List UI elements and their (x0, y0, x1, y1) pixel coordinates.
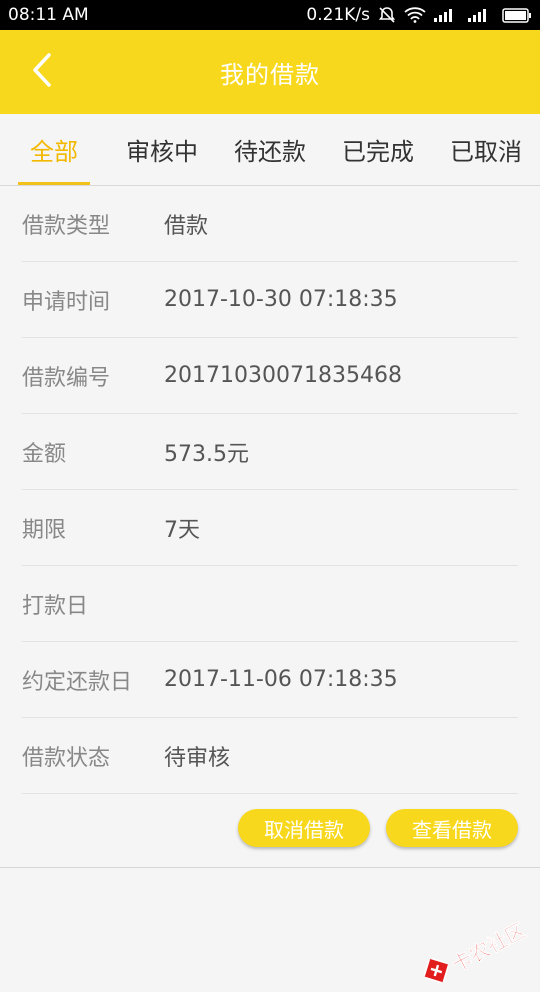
status-icons: 0.21K/s (306, 5, 532, 25)
network-speed: 0.21K/s (306, 5, 370, 25)
detail-label: 借款编号 (22, 365, 111, 391)
status-time: 08:11 AM (8, 5, 89, 25)
tab-to-repay[interactable]: 待还款 (216, 114, 324, 185)
battery-icon (502, 7, 532, 23)
detail-row-due-date: 约定还款日 2017-11-06 07:18:35 (22, 642, 518, 718)
detail-label: 借款类型 (22, 213, 111, 239)
watermark-text: 卡农社区 (447, 917, 530, 977)
mute-bell-icon (378, 6, 396, 24)
tab-completed[interactable]: 已完成 (324, 114, 432, 185)
detail-label: 申请时间 (22, 289, 111, 315)
detail-value: 2017-11-06 07:18:35 (164, 667, 398, 692)
detail-value: 20171030071835468 (164, 363, 402, 388)
detail-row-loan-type: 借款类型 借款 (22, 186, 518, 262)
detail-label: 约定还款日 (22, 669, 133, 695)
watermark: 卡农社区 (419, 914, 530, 992)
page-title: 我的借款 (220, 60, 320, 89)
app-header: 我的借款 (0, 30, 540, 114)
signal-icon-2 (468, 8, 494, 22)
view-loan-button[interactable]: 查看借款 (386, 809, 518, 847)
tab-reviewing[interactable]: 审核中 (108, 114, 216, 185)
detail-value: 2017-10-30 07:18:35 (164, 287, 398, 312)
signal-icon (434, 8, 460, 22)
detail-value: 借款 (164, 213, 209, 239)
cancel-loan-button[interactable]: 取消借款 (238, 809, 370, 847)
detail-row-apply-time: 申请时间 2017-10-30 07:18:35 (22, 262, 518, 338)
detail-label: 期限 (22, 517, 67, 543)
detail-label: 借款状态 (22, 745, 111, 771)
status-tabs: 全部 审核中 待还款 已完成 已取消 (0, 114, 540, 186)
chevron-left-icon (31, 52, 53, 92)
detail-row-amount: 金额 573.5元 (22, 414, 518, 490)
loan-details: 借款类型 借款 申请时间 2017-10-30 07:18:35 借款编号 20… (0, 186, 540, 794)
detail-label: 金额 (22, 441, 67, 467)
tab-all[interactable]: 全部 (0, 114, 108, 185)
detail-row-payout-date: 打款日 (22, 566, 518, 642)
detail-row-loan-status: 借款状态 待审核 (22, 718, 518, 794)
detail-label: 打款日 (22, 593, 89, 619)
detail-value: 7天 (164, 517, 200, 543)
back-button[interactable] (22, 50, 62, 94)
detail-value: 待审核 (164, 745, 231, 771)
loan-actions: 取消借款 查看借款 (0, 796, 540, 868)
tab-cancelled[interactable]: 已取消 (432, 114, 540, 185)
wifi-icon (404, 7, 426, 23)
detail-value: 573.5元 (164, 441, 249, 467)
detail-row-term: 期限 7天 (22, 490, 518, 566)
status-bar: 08:11 AM 0.21K/s (0, 0, 540, 30)
detail-row-loan-number: 借款编号 20171030071835468 (22, 338, 518, 414)
